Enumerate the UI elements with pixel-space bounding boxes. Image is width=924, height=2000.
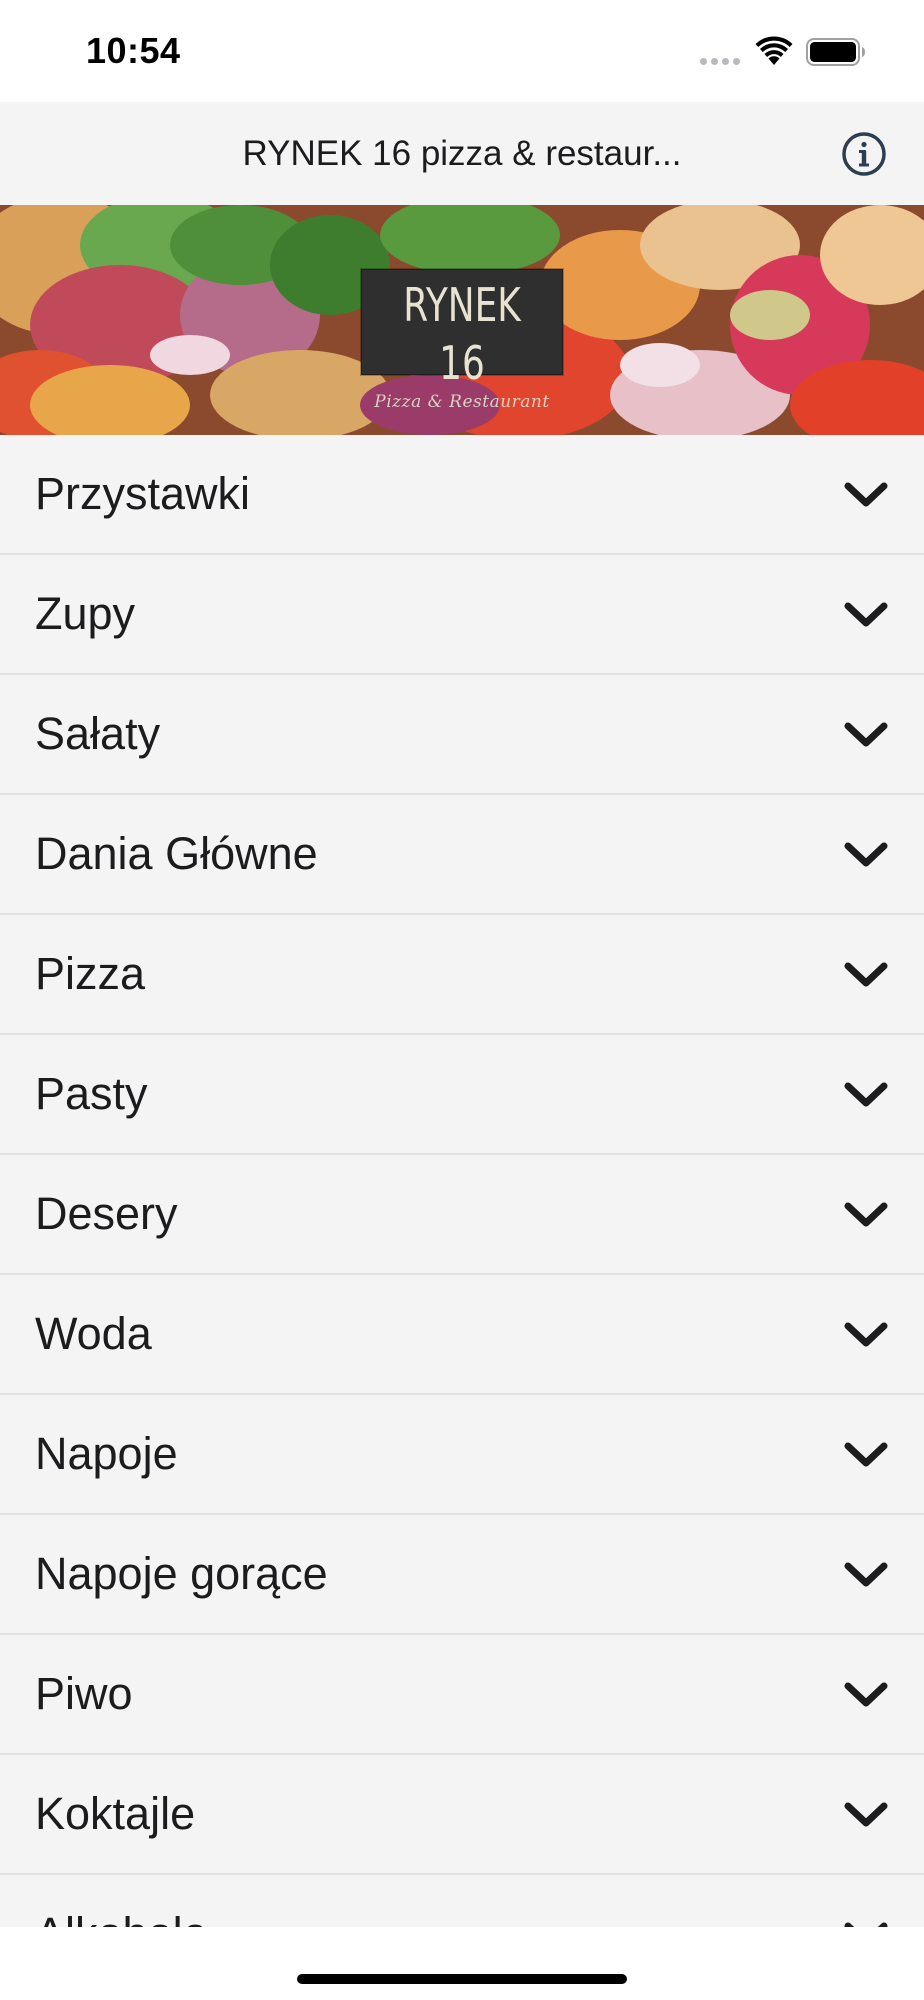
category-label: Koktajle	[35, 1788, 196, 1839]
category-row-pasty[interactable]: Pasty	[0, 1035, 924, 1155]
menu-category-list[interactable]: Przystawki Zupy Sałaty Dania Główne Pizz…	[0, 435, 924, 1927]
info-circle-icon[interactable]	[840, 130, 888, 178]
category-label: Pizza	[35, 948, 146, 999]
category-label: Woda	[35, 1308, 152, 1359]
category-row-koktajle[interactable]: Koktajle	[0, 1755, 924, 1875]
home-indicator-area	[0, 1927, 924, 2000]
chevron-down-icon	[844, 1682, 888, 1707]
chevron-down-icon	[844, 1442, 888, 1467]
hero-banner: RYNEK 16 Pizza & Restaurant	[0, 205, 924, 435]
category-label: Napoje gorące	[35, 1548, 328, 1599]
category-label: Zupy	[35, 588, 136, 639]
category-label: Alkohole	[35, 1875, 208, 1927]
category-label: Dania Główne	[35, 828, 318, 879]
chevron-down-icon	[844, 1322, 888, 1347]
category-row-desery[interactable]: Desery	[0, 1155, 924, 1275]
category-label: Desery	[35, 1188, 178, 1239]
logo-subtitle: Pizza & Restaurant	[374, 392, 550, 412]
category-row-napoje-gorace[interactable]: Napoje gorące	[0, 1515, 924, 1635]
chevron-down-icon	[844, 1802, 888, 1827]
category-row-przystawki[interactable]: Przystawki	[0, 435, 924, 555]
category-row-salaty[interactable]: Sałaty	[0, 675, 924, 795]
category-row-dania-glowne[interactable]: Dania Główne	[0, 795, 924, 915]
chevron-down-icon	[844, 1082, 888, 1107]
status-time: 10:54	[86, 30, 181, 71]
chevron-down-icon	[844, 842, 888, 867]
category-row-piwo[interactable]: Piwo	[0, 1635, 924, 1755]
chevron-down-icon	[844, 1562, 888, 1587]
battery-icon	[806, 38, 865, 66]
logo-title: RYNEK 16	[403, 278, 521, 390]
chevron-down-icon	[844, 482, 888, 507]
wifi-icon	[755, 36, 793, 65]
category-row-pizza[interactable]: Pizza	[0, 915, 924, 1035]
chevron-down-icon	[844, 962, 888, 987]
status-bar: 10:54	[0, 0, 924, 102]
category-label: Pasty	[35, 1068, 148, 1119]
category-label: Przystawki	[35, 468, 251, 519]
category-row-napoje[interactable]: Napoje	[0, 1395, 924, 1515]
home-indicator[interactable]	[297, 1974, 627, 1984]
page-title: RYNEK 16 pizza & restaur...	[242, 134, 682, 173]
category-row-alkohole[interactable]: Alkohole	[0, 1875, 924, 1927]
chevron-down-icon	[844, 1202, 888, 1227]
restaurant-logo: RYNEK 16 Pizza & Restaurant	[361, 269, 563, 412]
category-label: Napoje	[35, 1428, 178, 1479]
chevron-down-icon	[844, 722, 888, 747]
navigation-bar: RYNEK 16 pizza & restaur...	[0, 102, 924, 205]
category-row-zupy[interactable]: Zupy	[0, 555, 924, 675]
chevron-down-icon	[844, 602, 888, 627]
cellular-signal-icon	[700, 58, 740, 65]
category-label: Sałaty	[35, 708, 161, 759]
category-row-woda[interactable]: Woda	[0, 1275, 924, 1395]
category-label: Piwo	[35, 1668, 133, 1719]
